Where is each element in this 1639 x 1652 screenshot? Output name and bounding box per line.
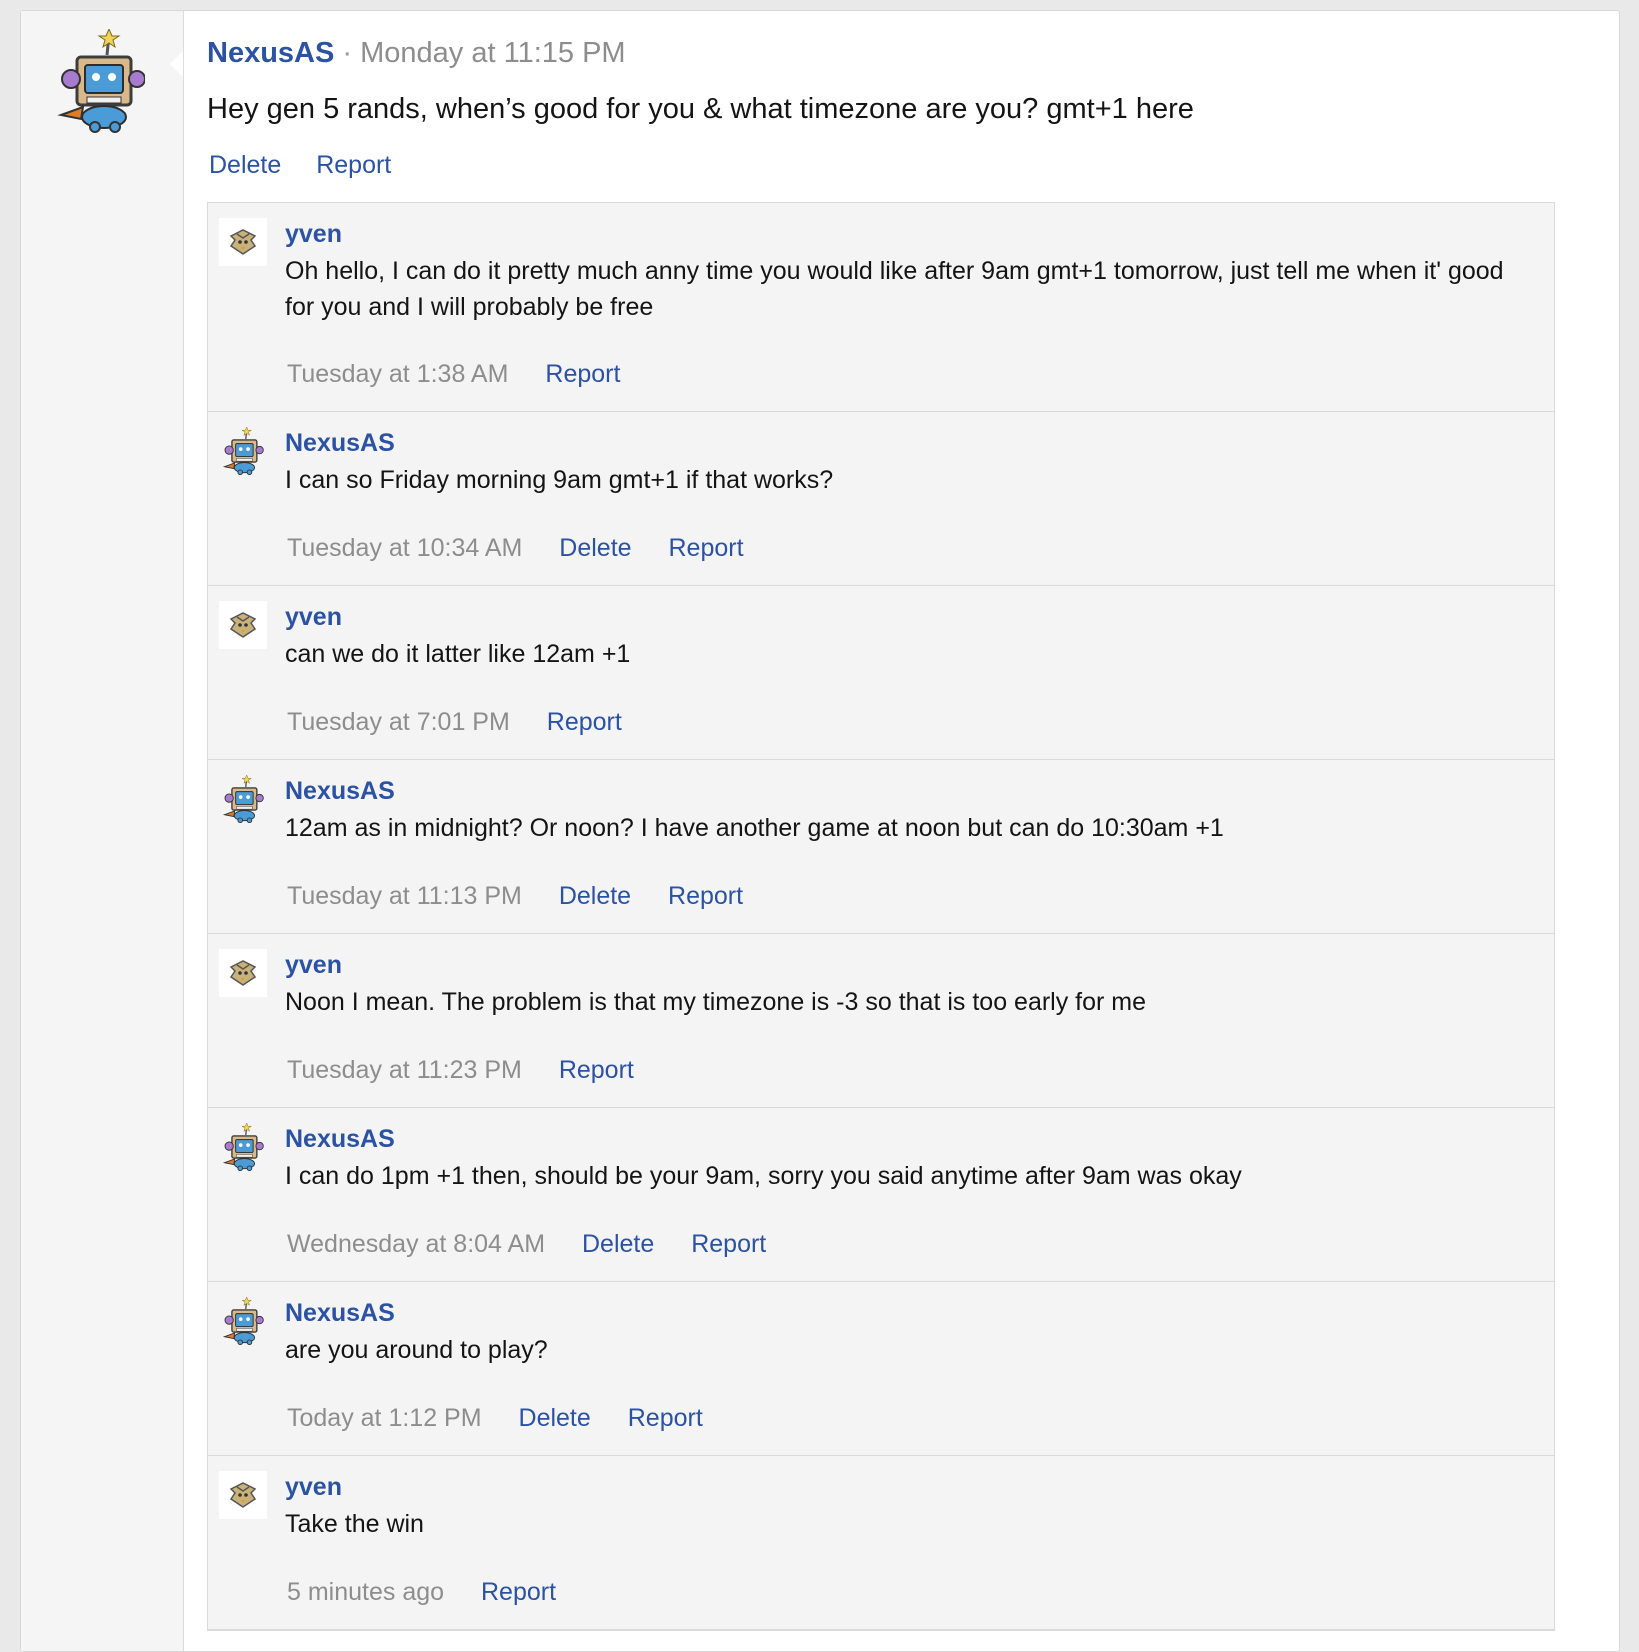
comment: NexusAS I can so Friday morning 9am gmt+… [208,412,1554,586]
post-separator: · [342,37,353,69]
comment-author-link[interactable]: NexusAS [285,428,1538,458]
comment-report-link[interactable]: Report [547,708,622,736]
post-time: Monday at 11:15 PM [360,37,626,69]
comment-text: I can do 1pm +1 then, should be your 9am… [285,1162,1242,1190]
comment-delete-link[interactable]: Delete [519,1404,591,1432]
robot-mascot-avatar-icon[interactable] [219,427,267,475]
comment: yven Oh hello, I can do it pretty much a… [208,203,1554,412]
robot-mascot-avatar-icon[interactable] [57,29,145,133]
comment-meta: Wednesday at 8:04 AM Delete Report [287,1227,796,1261]
comment-delete-link[interactable]: Delete [559,882,631,910]
robot-mascot-avatar-icon[interactable] [219,775,267,823]
post-report-link[interactable]: Report [316,151,391,179]
comment-body: yven Noon I mean. The problem is that my… [285,950,1538,1020]
comment-text: can we do it latter like 12am +1 [285,640,631,668]
comment-time: Tuesday at 10:34 AM [287,534,523,562]
comment-text: 12am as in midnight? Or noon? I have ano… [285,814,1224,842]
comment-body: NexusAS 12am as in midnight? Or noon? I … [285,776,1538,846]
comment-report-link[interactable]: Report [669,534,744,562]
comment-time: Tuesday at 11:13 PM [287,882,522,910]
comment-list: yven Oh hello, I can do it pretty much a… [207,202,1555,1631]
comment: yven Noon I mean. The problem is that my… [208,934,1554,1108]
comment-meta: Tuesday at 11:13 PM Delete Report [287,879,773,913]
comment-text: Take the win [285,1510,424,1538]
comment-report-link[interactable]: Report [545,360,620,388]
comment: NexusAS 12am as in midnight? Or noon? I … [208,760,1554,934]
bird-avatar-icon[interactable] [219,601,267,649]
bird-avatar-icon[interactable] [219,949,267,997]
comment-body: yven Take the win [285,1472,1538,1542]
post-author-link[interactable]: NexusAS [207,37,334,69]
comment-text: I can so Friday morning 9am gmt+1 if tha… [285,466,834,494]
comment-meta: Tuesday at 11:23 PM Report [287,1053,664,1087]
profile-post: NexusAS · Monday at 11:15 PM Hey gen 5 r… [20,10,1620,1652]
comment-author-link[interactable]: yven [285,1472,1538,1502]
comment-report-link[interactable]: Report [628,1404,703,1432]
comment-time: Today at 1:12 PM [287,1404,482,1432]
comment-report-link[interactable]: Report [691,1230,766,1258]
comment-body: yven can we do it latter like 12am +1 [285,602,1538,672]
comment-author-link[interactable]: NexusAS [285,1124,1538,1154]
comment-body: NexusAS are you around to play? [285,1298,1538,1368]
robot-mascot-avatar-icon[interactable] [219,1297,267,1345]
comment-delete-link[interactable]: Delete [559,534,631,562]
comment-report-link[interactable]: Report [559,1056,634,1084]
comment-meta: Today at 1:12 PM Delete Report [287,1401,733,1435]
post-actions: Delete Report [209,148,419,182]
comment-author-link[interactable]: yven [285,219,1538,249]
comment-time: Tuesday at 7:01 PM [287,708,510,736]
comment: yven Take the win 5 minutes ago Report [208,1456,1554,1630]
comment-author-link[interactable]: NexusAS [285,1298,1538,1328]
comment-time: 5 minutes ago [287,1578,445,1606]
comment-meta: 5 minutes ago Report [287,1575,586,1609]
comment: yven can we do it latter like 12am +1 Tu… [208,586,1554,760]
comment-time: Wednesday at 8:04 AM [287,1230,546,1258]
comment-text: are you around to play? [285,1336,548,1364]
comment-text: Noon I mean. The problem is that my time… [285,988,1147,1016]
comment-author-link[interactable]: NexusAS [285,776,1538,806]
post-user-column [21,11,184,1651]
comment-time: Tuesday at 1:38 AM [287,360,509,388]
comment-body: NexusAS I can so Friday morning 9am gmt+… [285,428,1538,498]
comment-author-link[interactable]: yven [285,602,1538,632]
bird-avatar-icon[interactable] [219,1471,267,1519]
post-header: NexusAS · Monday at 11:15 PM [207,33,626,73]
post-arrow [170,51,183,77]
comment-text: Oh hello, I can do it pretty much anny t… [285,257,1504,321]
comment-body: yven Oh hello, I can do it pretty much a… [285,219,1538,325]
comment-author-link[interactable]: yven [285,950,1538,980]
comment-meta: Tuesday at 10:34 AM Delete Report [287,531,774,565]
comment-report-link[interactable]: Report [481,1578,556,1606]
post-text: Hey gen 5 rands, when’s good for you & w… [207,93,1194,125]
bird-avatar-icon[interactable] [219,218,267,266]
comment-body: NexusAS I can do 1pm +1 then, should be … [285,1124,1538,1194]
post-delete-link[interactable]: Delete [209,151,281,179]
comment-delete-link[interactable]: Delete [582,1230,654,1258]
robot-mascot-avatar-icon[interactable] [219,1123,267,1171]
comment-meta: Tuesday at 1:38 AM Report [287,357,650,391]
comment-meta: Tuesday at 7:01 PM Report [287,705,652,739]
comment: NexusAS are you around to play? Today at… [208,1282,1554,1456]
comment-time: Tuesday at 11:23 PM [287,1056,522,1084]
comment-report-link[interactable]: Report [668,882,743,910]
comment: NexusAS I can do 1pm +1 then, should be … [208,1108,1554,1282]
